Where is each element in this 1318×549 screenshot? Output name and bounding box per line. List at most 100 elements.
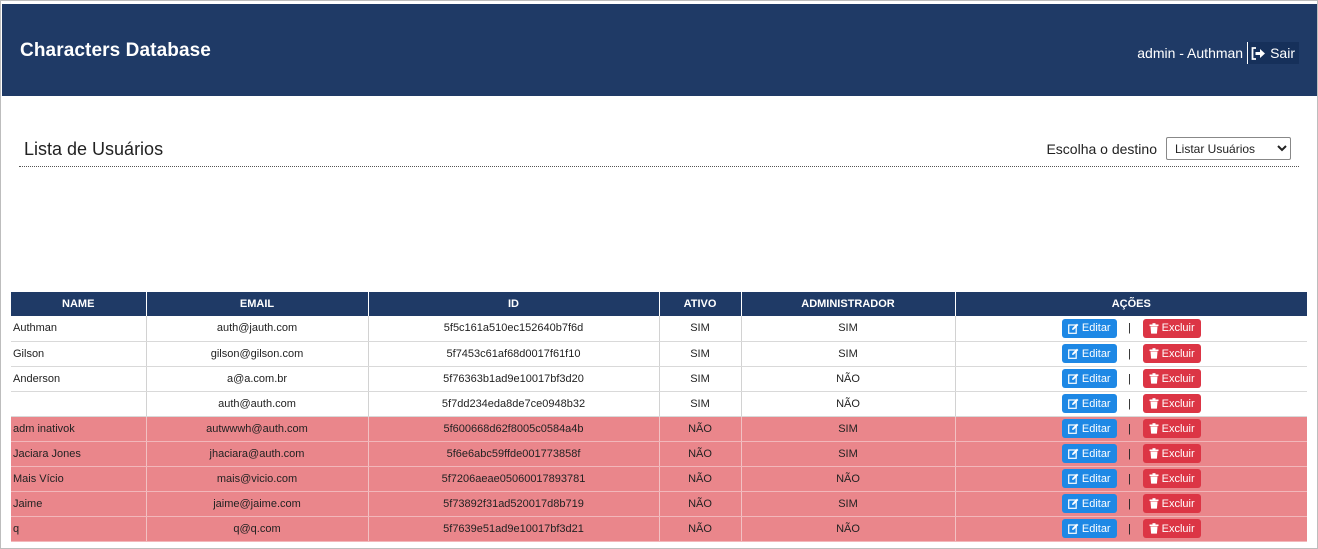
user-area: admin - Authman Sair — [1137, 42, 1299, 64]
edit-button[interactable]: Editar — [1061, 469, 1117, 488]
app-window: Characters Database admin - Authman Sair… — [0, 0, 1318, 549]
user-name-cell — [11, 391, 147, 417]
delete-button-label: Excluir — [1161, 347, 1195, 360]
edit-icon — [1067, 498, 1079, 509]
table-row: Authman auth@jauth.com 5f5c161a510ec152640… — [11, 316, 1307, 342]
edit-button[interactable]: Editar — [1061, 419, 1117, 438]
user-admin-cell: SIM — [741, 416, 956, 442]
delete-button[interactable]: Excluir — [1142, 444, 1201, 463]
table-row: q q@q.com 5f7639e51ad9e10017bf3d21 NÃO NÃO Ed… — [11, 516, 1307, 542]
user-actions-cell: Editar | Excluir — [955, 466, 1307, 492]
user-email-cell: auth@jauth.com — [146, 316, 369, 342]
trash-icon — [1149, 398, 1159, 409]
action-separator: | — [1128, 397, 1132, 410]
user-name-cell: Anderson — [11, 366, 147, 392]
destination-selector: Escolha o destino Listar Usuários — [1046, 137, 1291, 160]
app-title[interactable]: Characters Database — [20, 40, 211, 62]
delete-button[interactable]: Excluir — [1142, 419, 1201, 438]
row-actions: Editar | Excluir — [958, 344, 1306, 363]
user-admin-cell: SIM — [741, 316, 956, 342]
delete-button-label: Excluir — [1161, 522, 1195, 535]
action-separator: | — [1128, 497, 1132, 510]
delete-button-label: Excluir — [1161, 447, 1195, 460]
action-separator: | — [1128, 347, 1132, 360]
user-name-cell: Mais Vício — [11, 466, 147, 492]
user-id-cell: 5f6e6abc59ffde001773858f — [368, 441, 660, 467]
column-header-actions: AÇÕES — [955, 292, 1307, 316]
edit-button[interactable]: Editar — [1061, 369, 1117, 388]
table-row: Jaciara Jones jhaciara@auth.com 5f6e6abc59… — [11, 441, 1307, 467]
row-actions: Editar | Excluir — [958, 494, 1306, 513]
edit-button-label: Editar — [1081, 497, 1111, 510]
user-active-cell: SIM — [659, 391, 742, 417]
user-active-cell: NÃO — [659, 441, 742, 467]
current-user-label: admin - Authman — [1137, 45, 1244, 61]
table-row: Anderson a@a.com.br 5f76363b1ad9e10017bf3d… — [11, 366, 1307, 392]
delete-button[interactable]: Excluir — [1142, 318, 1201, 338]
user-admin-cell: NÃO — [741, 466, 956, 492]
edit-button-label: Editar — [1081, 347, 1111, 360]
delete-button-label: Excluir — [1161, 472, 1195, 485]
edit-button-label: Editar — [1081, 372, 1111, 385]
edit-icon — [1067, 423, 1079, 434]
delete-button[interactable]: Excluir — [1142, 369, 1201, 388]
trash-icon — [1149, 498, 1159, 509]
user-admin-cell: SIM — [741, 441, 956, 467]
user-id-cell: 5f7453c61af68d0017f61f10 — [368, 341, 660, 367]
delete-button[interactable]: Excluir — [1142, 469, 1201, 488]
user-admin-cell: NÃO — [741, 391, 956, 417]
user-name-cell: Jaciara Jones — [11, 441, 147, 467]
user-id-cell: 5f73892f31ad520017d8b719 — [368, 491, 660, 517]
user-admin-cell: NÃO — [741, 366, 956, 392]
delete-button[interactable]: Excluir — [1142, 494, 1201, 513]
title-divider — [19, 166, 1299, 167]
user-id-cell: 5f5c161a510ec152640b7f6d — [368, 316, 660, 342]
sign-out-icon — [1251, 46, 1266, 60]
user-email-cell: a@a.com.br — [146, 366, 369, 392]
user-active-cell: SIM — [659, 366, 742, 392]
edit-button-label: Editar — [1081, 422, 1111, 435]
edit-button-label: Editar — [1081, 447, 1111, 460]
logout-button[interactable]: Sair — [1247, 42, 1299, 64]
table-row: Mais Vício mais@vicio.com 5f7206aeae050600… — [11, 466, 1307, 492]
user-actions-cell: Editar | Excluir — [955, 391, 1307, 417]
user-active-cell: NÃO — [659, 516, 742, 542]
column-header-admin: ADMINISTRADOR — [741, 292, 956, 316]
trash-icon — [1149, 448, 1159, 459]
delete-button-label: Excluir — [1161, 397, 1195, 410]
table-row: Jaime jaime@jaime.com 5f73892f31ad520017d8… — [11, 491, 1307, 517]
user-email-cell: jhaciara@auth.com — [146, 441, 369, 467]
logout-label: Sair — [1270, 45, 1295, 61]
edit-button[interactable]: Editar — [1061, 344, 1117, 363]
user-actions-cell: Editar | Excluir — [955, 491, 1307, 517]
column-header-email: EMAIL — [146, 292, 369, 316]
edit-button[interactable]: Editar — [1061, 394, 1117, 413]
user-actions-cell: Editar | Excluir — [955, 366, 1307, 392]
user-admin-cell: SIM — [741, 491, 956, 517]
edit-button[interactable]: Editar — [1061, 519, 1117, 538]
row-actions: Editar | Excluir — [958, 419, 1306, 438]
trash-icon — [1149, 373, 1159, 384]
user-email-cell: autwwwh@auth.com — [146, 416, 369, 442]
delete-button[interactable]: Excluir — [1142, 394, 1201, 413]
delete-button[interactable]: Excluir — [1142, 344, 1201, 363]
column-header-active: ATIVO — [659, 292, 742, 316]
row-actions: Editar | Excluir — [958, 318, 1306, 338]
user-name-cell: Authman — [11, 316, 147, 342]
user-id-cell: 5f7dd234eda8de7ce0948b32 — [368, 391, 660, 417]
users-table: NAME EMAIL ID ATIVO ADMINISTRADOR AÇÕES … — [11, 292, 1307, 542]
destination-select[interactable]: Listar Usuários — [1166, 137, 1291, 160]
user-active-cell: SIM — [659, 341, 742, 367]
user-actions-cell: Editar | Excluir — [955, 516, 1307, 542]
trash-icon — [1149, 322, 1159, 334]
trash-icon — [1149, 523, 1159, 534]
user-active-cell: NÃO — [659, 491, 742, 517]
top-navbar: Characters Database admin - Authman Sair — [2, 4, 1317, 96]
edit-button[interactable]: Editar — [1061, 318, 1117, 338]
edit-button[interactable]: Editar — [1061, 444, 1117, 463]
delete-button[interactable]: Excluir — [1142, 519, 1201, 538]
user-admin-cell: NÃO — [741, 516, 956, 542]
edit-icon — [1067, 323, 1079, 334]
edit-icon — [1067, 373, 1079, 384]
edit-button[interactable]: Editar — [1061, 494, 1117, 513]
